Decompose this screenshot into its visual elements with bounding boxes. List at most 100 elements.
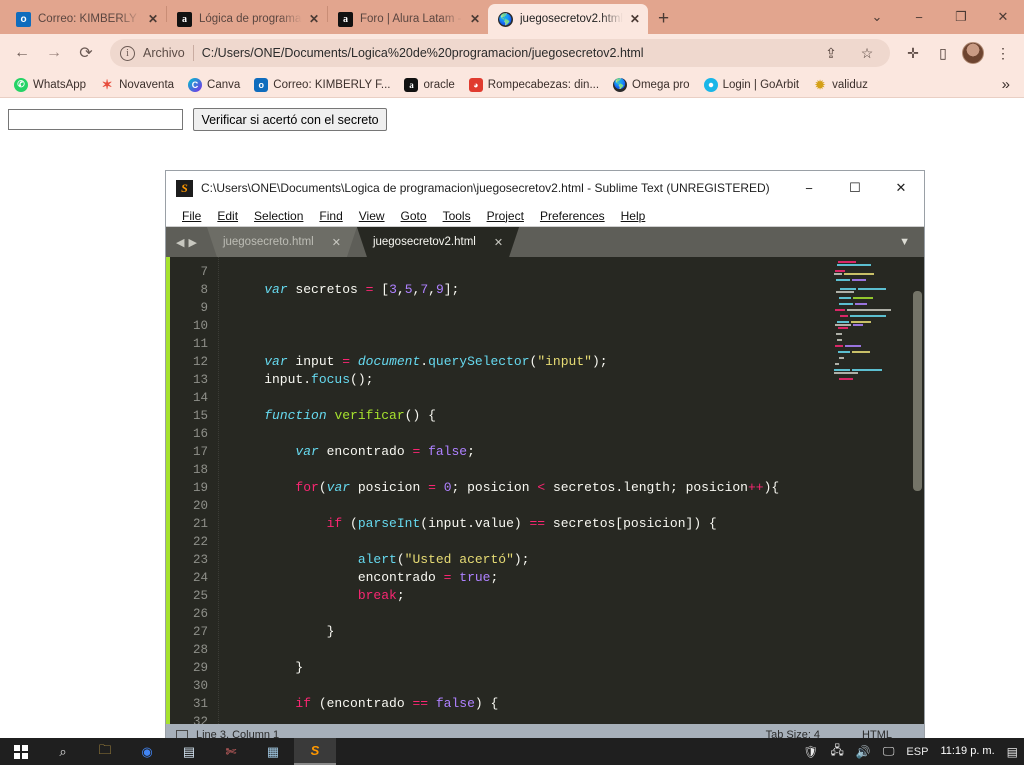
taskbar-sublime-text[interactable]: S [294,738,336,765]
menu-selection[interactable]: Selection [246,209,311,223]
bookmark-star-icon[interactable]: ☆ [854,40,880,66]
window-minimize-icon[interactable]: − [898,0,940,34]
code-token: ++ [748,480,764,495]
secret-input[interactable] [8,109,183,130]
code-token [436,480,444,495]
window-maximize-icon[interactable]: ❐ [940,0,982,34]
menu-goto[interactable]: Goto [393,209,435,223]
bookmark-omega-pro[interactable]: 🌎 Omega pro [607,75,696,95]
code-token [233,696,295,711]
chrome-menu-icon[interactable]: ⋮ [990,40,1016,66]
bookmark-validuz[interactable]: ✹ validuz [807,75,874,95]
sublime-tab-nav[interactable]: ◀ ▶ [166,227,207,257]
line-number: 9 [170,299,208,317]
tab-close-icon[interactable]: ✕ [630,13,640,25]
window-collapse-icon[interactable]: ⌄ [856,0,898,34]
notifications-icon[interactable]: ▤ [1007,745,1018,759]
editor-scrollbar[interactable] [913,291,922,491]
bookmark-oracle[interactable]: a oracle [398,75,460,95]
code-line [233,641,924,659]
reload-icon[interactable]: ⟳ [72,39,100,67]
volume-icon[interactable]: 🔊 [856,745,871,759]
code-line: if (encontrado == false) { [233,695,924,713]
bookmark-canva[interactable]: C Canva [182,75,246,95]
sublime-minimize-icon[interactable]: − [786,171,832,205]
bookmark-goarbit[interactable]: Login | GoArbit [698,75,806,95]
new-tab-button[interactable]: + [648,8,679,34]
code-token: ]; [444,282,460,297]
taskbar-chrome[interactable]: ◉ [126,738,168,765]
tab-close-icon[interactable]: ✕ [309,13,319,25]
sublime-tab-juegosecreto[interactable]: juegosecreto.html ✕ [207,227,357,257]
profile-avatar[interactable] [960,40,986,66]
sublime-tab-close-icon[interactable]: ✕ [494,236,503,249]
bookmark-correo[interactable]: o Correo: KIMBERLY F... [248,75,396,95]
minimap-token [840,288,856,290]
windows-taskbar: ⌕ 🗀 ◉ ▤ ✄ ▦ S 🛡 🖧 🔊 🖵 ESP 11:19 p. m. ▤ [0,738,1024,765]
minimap-token [836,333,842,335]
browser-tab-4-active[interactable]: 🌎 juegosecretov2.html ✕ [488,4,648,34]
window-close-icon[interactable]: ✕ [982,0,1024,34]
side-panel-icon[interactable]: ▯ [930,40,956,66]
code-line: break; [233,587,924,605]
minimap-token [838,327,848,329]
browser-tab-1[interactable]: o Correo: KIMBERLY FR - ✕ [6,4,166,34]
address-bar[interactable]: i Archivo C:/Users/ONE/Documents/Logica%… [110,39,890,67]
editor-code-area[interactable]: var secretos = [3,5,7,9]; var input = do… [218,257,924,724]
display-icon[interactable]: 🖵 [883,744,895,759]
globe-icon: 🌎 [498,12,513,27]
security-shield-icon[interactable]: 🛡 [803,745,818,759]
forward-icon[interactable]: → [40,39,68,67]
sublime-tab-close-icon[interactable]: ✕ [332,236,341,249]
back-icon[interactable]: ← [8,39,36,67]
verify-button[interactable]: Verificar si acertó con el secreto [193,108,386,131]
sublime-tab-dropdown-icon[interactable]: ▼ [885,227,924,257]
minimap-token [839,378,853,380]
start-button[interactable] [0,738,42,765]
sublime-maximize-icon[interactable]: ☐ [832,171,878,205]
tab-prev-icon[interactable]: ◀ [176,236,184,249]
menu-find[interactable]: Find [311,209,350,223]
tab-next-icon[interactable]: ▶ [188,236,196,249]
menu-tools[interactable]: Tools [435,209,479,223]
taskbar-file-explorer[interactable]: 🗀 [84,738,126,765]
bookmarks-overflow-icon[interactable]: » [1002,76,1016,93]
menu-view[interactable]: View [351,209,393,223]
taskbar-snipping-tool[interactable]: ✄ [210,738,252,765]
bookmark-novaventa[interactable]: ✶ Novaventa [94,75,180,95]
minimap-line [830,276,904,278]
taskbar-search[interactable]: ⌕ [42,738,84,765]
tab-title: juegosecretov2.html [520,13,623,25]
tab-close-icon[interactable]: ✕ [470,13,480,25]
menu-preferences[interactable]: Preferences [532,209,613,223]
line-number: 16 [170,425,208,443]
taskbar-calculator[interactable]: ▦ [252,738,294,765]
language-indicator[interactable]: ESP [906,746,928,758]
menu-file[interactable]: File [174,209,209,223]
menu-help[interactable]: Help [613,209,654,223]
tab-close-icon[interactable]: ✕ [148,13,158,25]
code-token: = [428,480,436,495]
notepad-icon: ▤ [183,744,195,760]
sublime-close-icon[interactable]: ✕ [878,171,924,205]
code-line: alert("Usted acertó"); [233,551,924,569]
bookmark-whatsapp[interactable]: ✆ WhatsApp [8,75,92,95]
clock[interactable]: 11:19 p. m. [940,745,994,757]
minimap-line [839,297,904,299]
menu-edit[interactable]: Edit [209,209,246,223]
editor-minimap[interactable] [828,257,906,724]
url-scheme-label: Archivo [143,46,185,60]
code-token: if [295,696,311,711]
bookmark-rompecabezas[interactable]: ◕ Rompecabezas: din... [463,75,605,95]
share-icon[interactable]: ⇪ [818,40,844,66]
browser-tab-2[interactable]: a Lógica de programació ✕ [167,4,327,34]
code-token [428,696,436,711]
extensions-icon[interactable]: ✛ [900,40,926,66]
browser-tab-3[interactable]: a Foro | Alura Latam - Cu ✕ [328,4,488,34]
taskbar-notepad[interactable]: ▤ [168,738,210,765]
sublime-tab-juegosecretov2[interactable]: juegosecretov2.html ✕ [357,227,519,257]
oracle-icon: a [404,78,418,92]
network-icon[interactable]: 🖧 [831,741,844,762]
menu-project[interactable]: Project [479,209,532,223]
code-line [233,533,924,551]
